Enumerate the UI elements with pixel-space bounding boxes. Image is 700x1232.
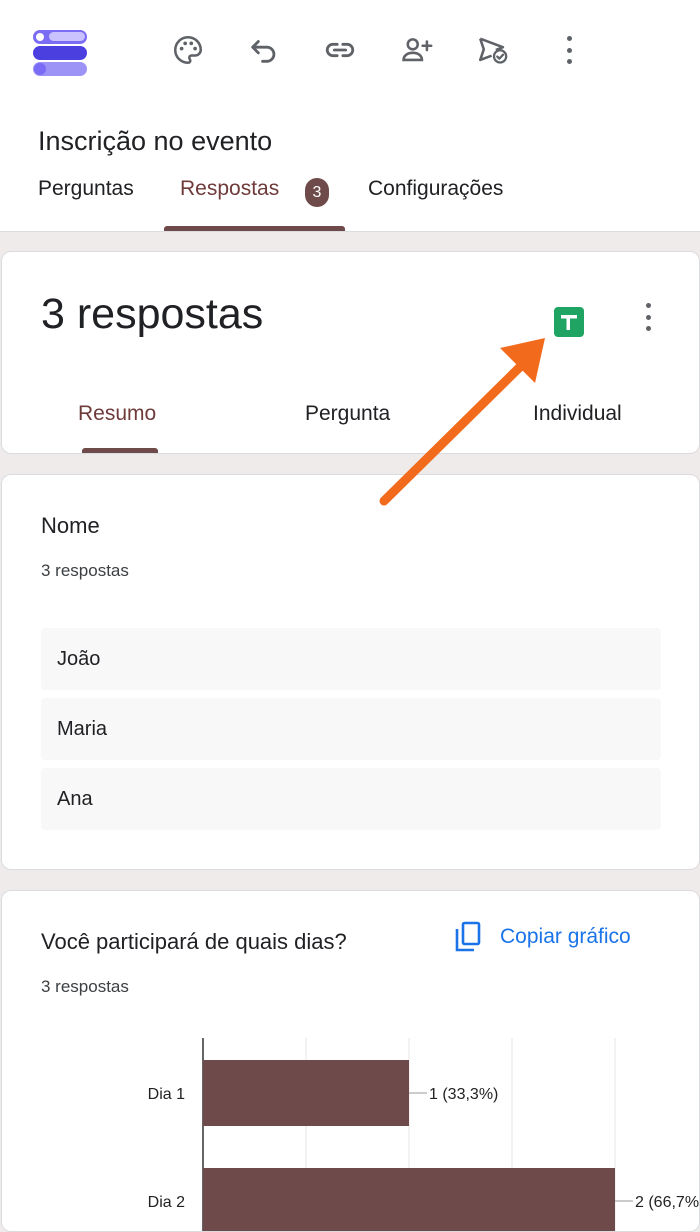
sheets-icon[interactable] <box>554 307 584 337</box>
chart-data-label: 1 (33,3%) <box>429 1086 498 1103</box>
question-name-card: Nome 3 respostas João Maria Ana <box>1 474 700 870</box>
subtab-individual[interactable]: Individual <box>533 402 622 426</box>
palette-icon[interactable] <box>167 29 209 71</box>
copy-icon <box>455 921 481 952</box>
chart-category-label: Dia 1 <box>148 1086 185 1103</box>
answer-item: Ana <box>41 768 661 830</box>
chart-category-label: Dia 2 <box>148 1194 185 1211</box>
copy-chart-button[interactable]: Copiar gráfico <box>454 921 631 953</box>
forms-logo[interactable] <box>33 28 87 78</box>
responses-count: 3 respostas <box>41 290 264 338</box>
tab-responses[interactable]: Respostas <box>180 177 279 201</box>
copy-chart-label: Copiar gráfico <box>500 925 631 948</box>
form-title: Inscrição no evento <box>38 126 273 156</box>
publish-icon[interactable] <box>472 29 514 71</box>
question-title: Nome <box>41 513 100 538</box>
days-bar-chart: Dia 1 1 (33,3%) Dia 2 2 (66,7%) <box>148 1038 700 1231</box>
tab-questions[interactable]: Perguntas <box>38 177 134 201</box>
active-tab-indicator <box>164 226 345 231</box>
answer-item: Maria <box>41 698 661 760</box>
link-icon[interactable] <box>319 29 361 71</box>
active-subtab-indicator <box>82 448 158 453</box>
chart-data-label: 2 (66,7%) <box>635 1194 700 1211</box>
tab-settings[interactable]: Configurações <box>368 177 503 201</box>
question-response-count: 3 respostas <box>41 977 129 996</box>
responses-count-badge: 3 <box>305 178 329 207</box>
responses-summary-card: 3 respostas Resumo Pergunta Individual <box>1 251 700 454</box>
more-vert-icon[interactable] <box>559 34 579 66</box>
question-response-count: 3 respostas <box>41 561 129 580</box>
more-options-icon[interactable] <box>638 301 658 333</box>
undo-icon[interactable] <box>243 29 285 71</box>
question-title: Você participará de quais dias? <box>41 929 347 954</box>
form-header: Inscrição no evento Perguntas Respostas … <box>0 0 700 232</box>
question-days-card: Você participará de quais dias? 3 respos… <box>1 890 700 1232</box>
chart-bar <box>203 1168 615 1231</box>
subtab-question[interactable]: Pergunta <box>305 402 390 426</box>
chart-bar <box>203 1060 409 1126</box>
subtab-summary[interactable]: Resumo <box>78 402 156 426</box>
add-collaborator-icon[interactable] <box>396 29 438 71</box>
answer-item: João <box>41 628 661 690</box>
